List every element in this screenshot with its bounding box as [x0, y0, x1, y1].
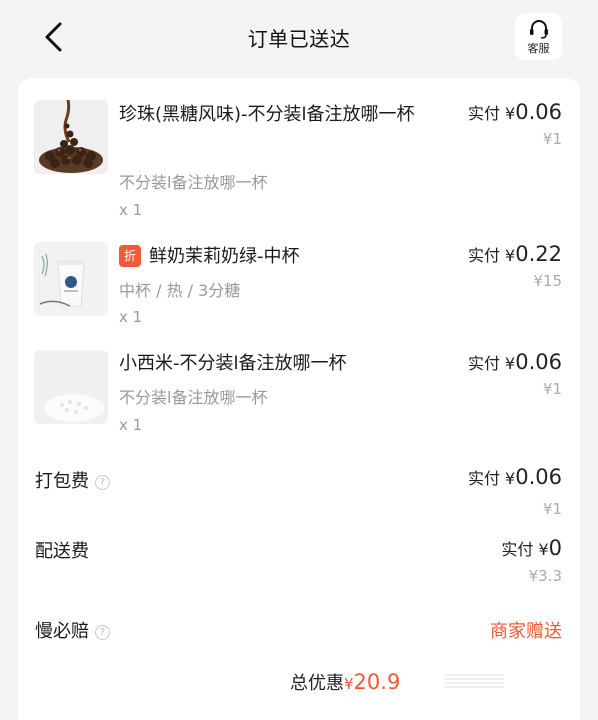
- item-paid-price: 实付 ¥0.06: [468, 350, 562, 374]
- item-paid-price: 实付 ¥0.06: [468, 100, 562, 124]
- blurred-content: [444, 674, 504, 688]
- paid-label: 实付: [467, 354, 500, 373]
- total-discount-label: 总优惠: [290, 673, 344, 694]
- delivery-fee-original: ¥3.3: [528, 567, 562, 585]
- customer-service-label: 客服: [527, 42, 550, 55]
- item-name: 鲜奶茉莉奶绿-中杯: [149, 246, 300, 267]
- currency-symbol: ¥: [505, 104, 516, 123]
- page-title: 订单已送达: [247, 27, 351, 51]
- packing-fee-label: 打包费: [35, 471, 89, 492]
- item-original-price: ¥1: [542, 380, 562, 398]
- currency-symbol: ¥: [538, 540, 549, 559]
- item-quantity: x 1: [119, 416, 143, 434]
- item-name-row: 折鲜奶茉莉奶绿-中杯: [119, 241, 449, 273]
- item-original-price: ¥1: [542, 130, 562, 148]
- item-paid-price: 实付 ¥0.22: [468, 242, 562, 266]
- help-icon[interactable]: ?: [95, 475, 110, 490]
- top-bar: 订单已送达 客服: [0, 0, 598, 76]
- paid-label: 实付: [467, 104, 500, 123]
- item-quantity: x 1: [119, 201, 143, 219]
- item-spec: 中杯 / 热 / 3分糖: [119, 281, 241, 300]
- late-compensation-label-row: 慢必赔?: [35, 617, 110, 643]
- total-discount: 总优惠¥20.9: [290, 669, 400, 695]
- packing-fee-paid: 实付 ¥0.06: [468, 465, 562, 489]
- customer-service-button[interactable]: 客服: [515, 13, 562, 60]
- currency-symbol: ¥: [505, 354, 516, 373]
- total-discount-amount: ¥20.9: [344, 670, 401, 694]
- packing-fee-original: ¥1: [542, 500, 562, 518]
- paid-label: 实付: [467, 469, 500, 488]
- paid-value: 0.06: [515, 100, 562, 124]
- item-spec: 不分装l备注放哪一杯: [119, 173, 268, 192]
- currency-symbol: ¥: [344, 675, 354, 693]
- merchant-gift-value: 商家赠送: [490, 621, 562, 642]
- item-spec: 不分装l备注放哪一杯: [119, 388, 268, 407]
- delivery-fee-paid: 实付 ¥0: [501, 536, 562, 560]
- paid-value: 0.06: [515, 350, 562, 374]
- item-name: 小西米-不分装l备注放哪一杯: [119, 353, 347, 374]
- item-quantity: x 1: [119, 308, 143, 326]
- total-discount-value: 20.9: [353, 670, 401, 694]
- late-compensation-label: 慢必赔: [35, 621, 89, 642]
- currency-symbol: ¥: [505, 246, 516, 265]
- discount-badge: 折: [119, 245, 141, 267]
- order-card: 珍珠(黑糖风味)-不分装l备注放哪一杯 不分装l备注放哪一杯 x 1 实付 ¥0…: [18, 78, 580, 720]
- delivery-fee-label: 配送费: [35, 541, 89, 562]
- item-original-price: ¥15: [533, 272, 562, 290]
- paid-label: 实付: [467, 246, 500, 265]
- sago-image: [34, 350, 108, 424]
- headset-icon: [529, 20, 548, 39]
- packing-fee-label-row: 打包费?: [35, 467, 110, 493]
- paid-label: 实付: [501, 540, 534, 559]
- item-name: 珍珠(黑糖风味)-不分装l备注放哪一杯: [119, 104, 415, 125]
- pearls-image: [34, 100, 108, 174]
- help-icon[interactable]: ?: [95, 625, 110, 640]
- milk-tea-cup-image: [34, 242, 108, 316]
- paid-value: 0.22: [515, 242, 562, 266]
- paid-value: 0.06: [515, 465, 562, 489]
- currency-symbol: ¥: [505, 469, 516, 488]
- paid-value: 0: [548, 536, 562, 560]
